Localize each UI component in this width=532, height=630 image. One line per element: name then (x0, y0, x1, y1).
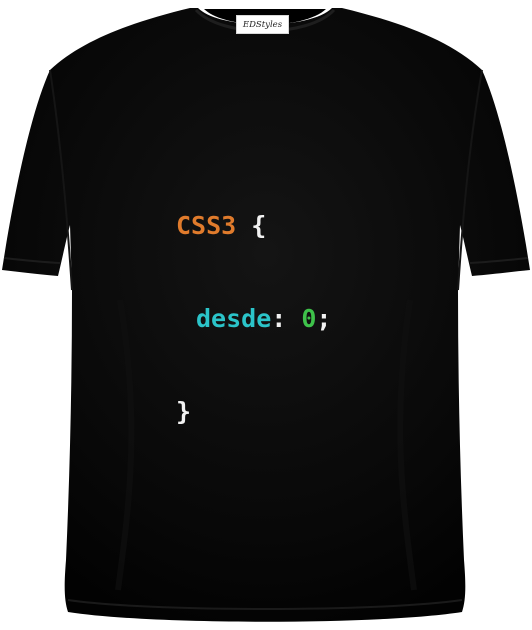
code-value: 0 (301, 304, 317, 333)
css-code-print: CSS3 { desde: 0; } (176, 148, 331, 489)
code-line-selector: CSS3 { (176, 210, 331, 241)
code-colon: : (271, 304, 287, 333)
product-image: EDStyles CSS3 { desde: 0; } (0, 0, 532, 630)
code-line-declaration: desde: 0; (176, 303, 331, 334)
code-selector: CSS3 (176, 211, 237, 240)
code-line-close: } (176, 396, 331, 427)
brand-label-tag: EDStyles (236, 15, 289, 34)
code-close-brace: } (176, 397, 192, 426)
code-open-brace: { (251, 211, 267, 240)
code-property: desde (196, 304, 272, 333)
brand-label-text: EDStyles (242, 19, 283, 30)
code-semicolon: ; (316, 304, 332, 333)
